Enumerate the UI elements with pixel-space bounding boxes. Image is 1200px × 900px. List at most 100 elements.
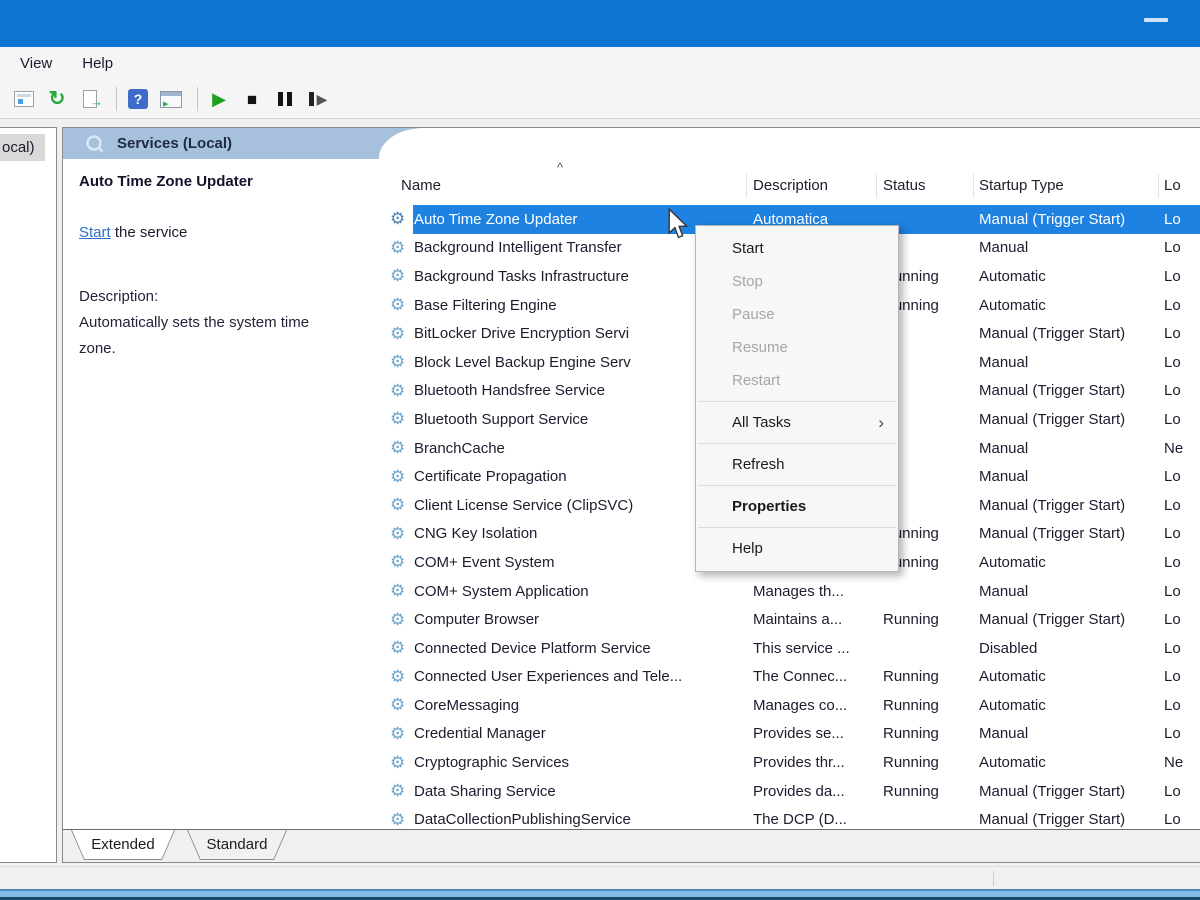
log-on-as-cell: Lo [1159, 577, 1200, 606]
context-menu-item-restart: Restart [696, 364, 898, 397]
status-cell [877, 634, 974, 663]
start-service-icon[interactable]: ▶ [205, 85, 233, 113]
context-menu-separator [698, 527, 896, 528]
console-tree-panel: ocal) [0, 127, 57, 863]
mouse-cursor [666, 208, 690, 244]
service-gear-icon: ⚙ [379, 577, 413, 606]
minimize-button[interactable] [1144, 18, 1168, 22]
log-on-as-cell: Ne [1159, 748, 1200, 777]
status-cell [877, 577, 974, 606]
log-on-as-cell: Lo [1159, 634, 1200, 663]
log-on-as-cell: Lo [1159, 319, 1200, 348]
tab-standard[interactable]: Standard [187, 830, 287, 860]
table-row[interactable]: ⚙Connected User Experiences and Tele...T… [379, 663, 1200, 692]
service-gear-icon: ⚙ [379, 491, 413, 520]
services-pane: Services (Local) Auto Time Zone Updater … [62, 127, 1200, 863]
log-on-as-cell: Lo [1159, 205, 1200, 234]
service-action: Start the service [79, 224, 379, 241]
context-menu-item-properties[interactable]: Properties [696, 490, 898, 523]
description-cell: The Connec... [747, 663, 877, 692]
column-header-status[interactable]: Status [877, 174, 974, 198]
startup-type-cell: Manual [974, 234, 1159, 263]
status-cell: Running [877, 691, 974, 720]
toolbar-separator [197, 87, 198, 111]
tree-item-services-local[interactable]: ocal) [0, 134, 45, 161]
context-menu-item-resume: Resume [696, 331, 898, 364]
refresh-icon[interactable]: ↻ [43, 85, 71, 113]
context-menu-item-stop: Stop [696, 265, 898, 298]
column-header-description[interactable]: Description [747, 174, 877, 198]
help-icon[interactable]: ? [124, 85, 152, 113]
description-cell: Manages th... [747, 577, 877, 606]
export-list-icon[interactable] [76, 85, 104, 113]
service-gear-icon: ⚙ [379, 663, 413, 692]
log-on-as-cell: Lo [1159, 777, 1200, 806]
service-name-cell: Computer Browser [413, 605, 747, 634]
startup-type-cell: Automatic [974, 262, 1159, 291]
service-name-cell: Connected Device Platform Service [413, 634, 747, 663]
service-gear-icon: ⚙ [379, 720, 413, 749]
stop-service-icon[interactable]: ■ [238, 85, 266, 113]
context-menu: StartStopPauseResumeRestartAll Tasks›Ref… [695, 225, 899, 572]
console-window-icon[interactable] [10, 85, 38, 113]
menu-bar: View Help [0, 47, 1200, 80]
startup-type-cell: Manual [974, 462, 1159, 491]
service-name-cell: Cryptographic Services [413, 748, 747, 777]
menu-view[interactable]: View [20, 55, 52, 72]
description-pane: Auto Time Zone Updater Start the service… [63, 159, 379, 829]
table-row[interactable]: ⚙Computer BrowserMaintains a...RunningMa… [379, 605, 1200, 634]
table-row[interactable]: ⚙Credential ManagerProvides se...Running… [379, 720, 1200, 749]
pause-service-icon[interactable] [271, 85, 299, 113]
service-action-suffix: the service [111, 224, 188, 241]
table-row[interactable]: ⚙Data Sharing ServiceProvides da...Runni… [379, 777, 1200, 806]
service-gear-icon: ⚙ [379, 548, 413, 577]
description-cell: This service ... [747, 634, 877, 663]
restart-service-icon[interactable]: ▶ [304, 85, 332, 113]
service-gear-icon: ⚙ [379, 748, 413, 777]
start-service-link[interactable]: Start [79, 224, 111, 241]
menu-help[interactable]: Help [82, 55, 113, 72]
column-header-name[interactable]: Name [379, 174, 747, 198]
table-row[interactable]: ⚙Cryptographic ServicesProvides thr...Ru… [379, 748, 1200, 777]
startup-type-cell: Disabled [974, 634, 1159, 663]
column-header-startup-type[interactable]: Startup Type [974, 174, 1159, 198]
toolbar-separator [116, 87, 117, 111]
startup-type-cell: Automatic [974, 748, 1159, 777]
tab-extended[interactable]: Extended [71, 830, 175, 860]
workspace: ocal) Services (Local) Auto Time Zone Up… [0, 119, 1200, 866]
title-bar[interactable] [0, 0, 1200, 47]
column-header-log-on-as[interactable]: Lo [1159, 174, 1200, 198]
submenu-arrow-icon: › [878, 406, 884, 439]
table-row[interactable]: ⚙CoreMessagingManages co...RunningAutoma… [379, 691, 1200, 720]
log-on-as-cell: Lo [1159, 720, 1200, 749]
startup-type-cell: Manual [974, 348, 1159, 377]
startup-type-cell: Manual (Trigger Start) [974, 205, 1159, 234]
log-on-as-cell: Lo [1159, 348, 1200, 377]
service-name-cell: COM+ System Application [413, 577, 747, 606]
context-menu-item-all-tasks[interactable]: All Tasks› [696, 406, 898, 439]
description-cell: Provides thr... [747, 748, 877, 777]
view-tabs: Extended Standard [63, 829, 1200, 862]
table-row[interactable]: ⚙COM+ System ApplicationManages th... Man… [379, 577, 1200, 606]
table-row[interactable]: ⚙Connected Device Platform ServiceThis s… [379, 634, 1200, 663]
service-name-cell: CoreMessaging [413, 691, 747, 720]
services-console-window: View Help ↻ ? ▶ ■ ▶ ocal) Services (Loca… [0, 0, 1200, 900]
service-gear-icon: ⚙ [379, 691, 413, 720]
startup-type-cell: Manual (Trigger Start) [974, 777, 1159, 806]
context-menu-item-help[interactable]: Help [696, 532, 898, 565]
service-gear-icon: ⚙ [379, 205, 413, 234]
service-gear-icon: ⚙ [379, 605, 413, 634]
log-on-as-cell: Lo [1159, 234, 1200, 263]
service-gear-icon: ⚙ [379, 262, 413, 291]
startup-type-cell: Manual (Trigger Start) [974, 491, 1159, 520]
properties-window-icon[interactable] [157, 85, 185, 113]
log-on-as-cell: Lo [1159, 462, 1200, 491]
context-menu-item-refresh[interactable]: Refresh [696, 448, 898, 481]
log-on-as-cell: Lo [1159, 262, 1200, 291]
startup-type-cell: Manual [974, 577, 1159, 606]
service-gear-icon: ⚙ [379, 434, 413, 463]
status-bar [0, 866, 1200, 889]
description-cell: Provides se... [747, 720, 877, 749]
context-menu-item-start[interactable]: Start [696, 232, 898, 265]
description-cell: Maintains a... [747, 605, 877, 634]
